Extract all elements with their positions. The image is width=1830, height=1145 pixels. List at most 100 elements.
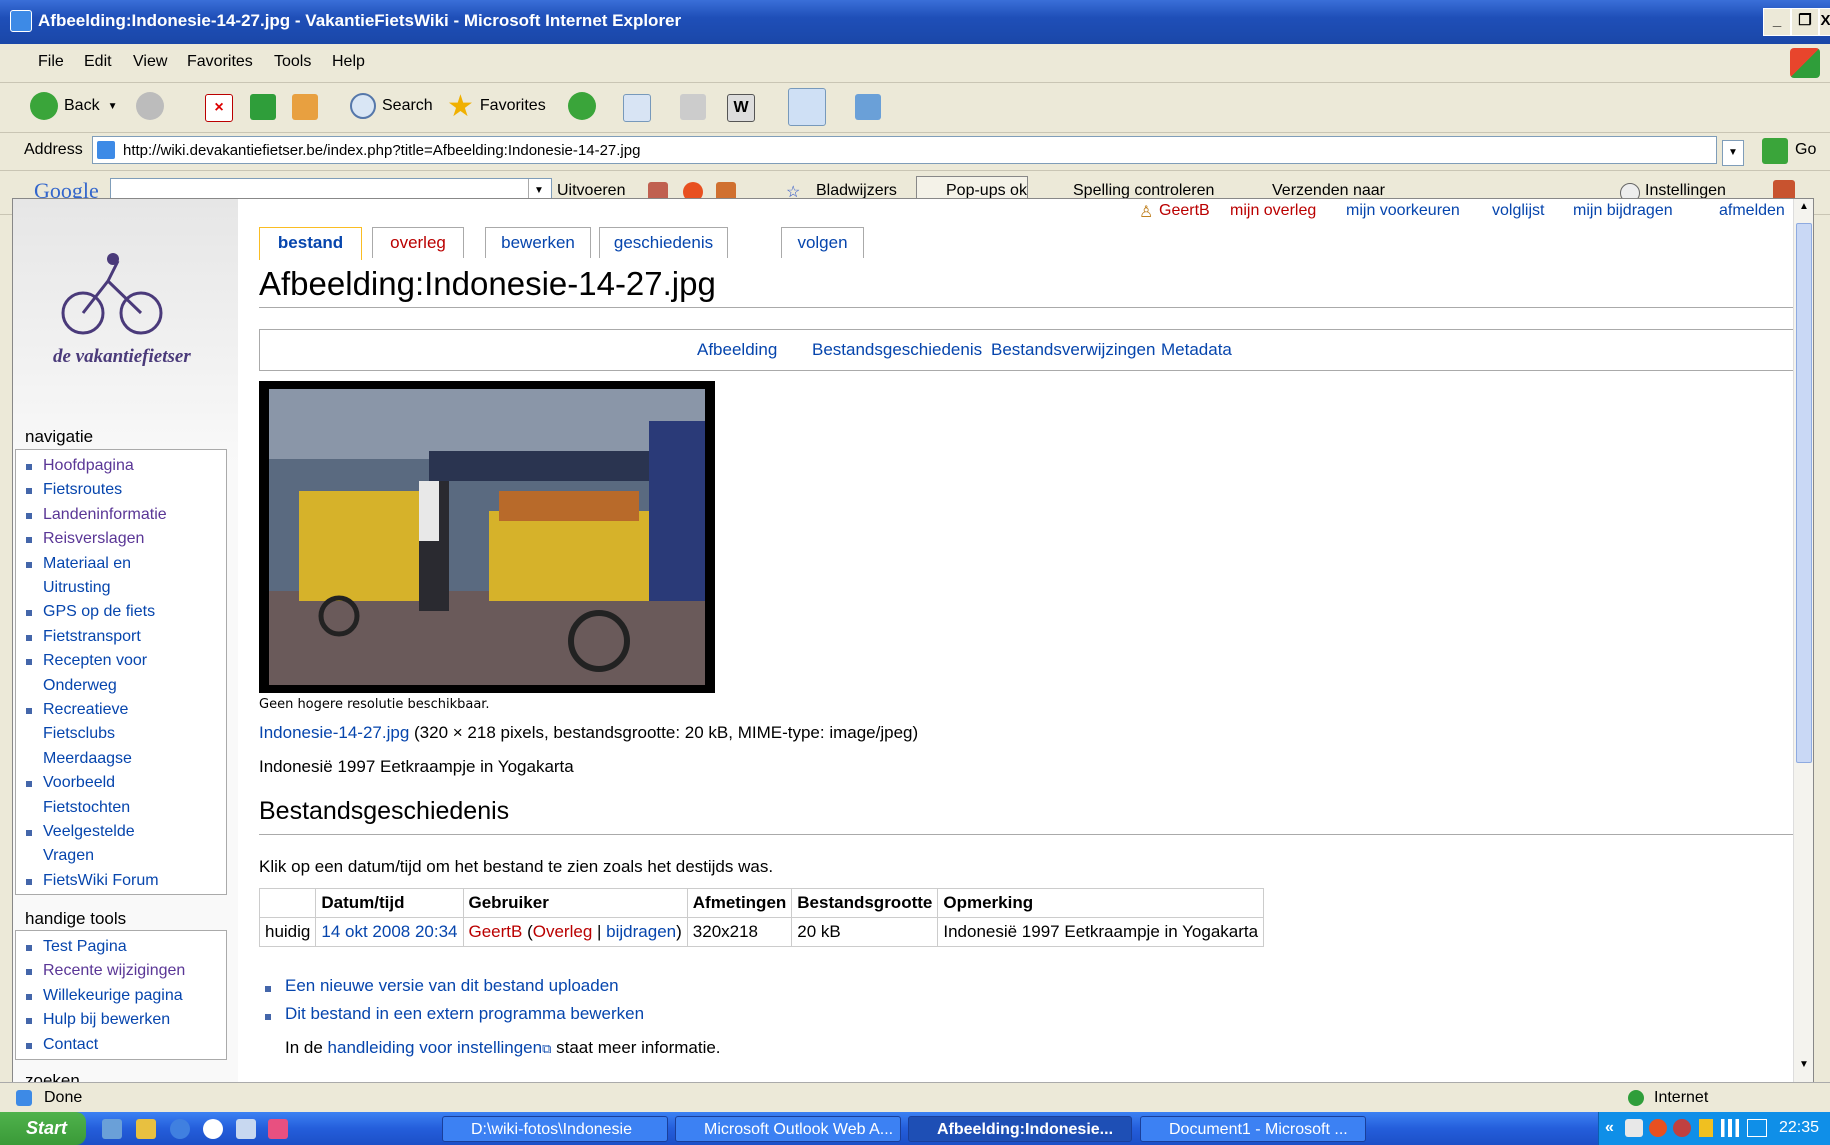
sidebar-item[interactable]: Landeninformatie xyxy=(43,503,167,527)
tray-signal-icon[interactable] xyxy=(1721,1119,1739,1137)
address-input[interactable]: http://wiki.devakantiefietser.be/index.p… xyxy=(92,136,1717,164)
menu-help[interactable]: Help xyxy=(332,53,365,71)
toc-bestandsgeschiedenis[interactable]: Bestandsgeschiedenis xyxy=(812,340,982,360)
sidebar-item[interactable]: Fietsclubs xyxy=(43,722,115,746)
file-image[interactable] xyxy=(259,381,715,693)
quicklaunch-paint-icon[interactable] xyxy=(268,1119,288,1139)
history-contribs-link[interactable]: bijdragen xyxy=(606,922,676,941)
tools-item[interactable]: Willekeurige pagina xyxy=(43,984,183,1008)
personal-contribs-link[interactable]: mijn bijdragen xyxy=(1573,202,1673,220)
task-explorer[interactable]: D:\wiki-fotos\Indonesie xyxy=(442,1116,668,1142)
quicklaunch-outlook-icon[interactable] xyxy=(236,1119,256,1139)
start-button[interactable]: Start xyxy=(0,1112,86,1145)
forward-button[interactable] xyxy=(136,90,170,122)
task-internet-explorer[interactable]: Afbeelding:Indonesie... xyxy=(908,1116,1132,1142)
go-arrow-icon[interactable] xyxy=(1762,138,1788,164)
tab-overleg[interactable]: overleg xyxy=(372,227,464,258)
address-dropdown-icon[interactable]: ▼ xyxy=(1722,140,1744,166)
favorites-button[interactable]: ★ Favorites xyxy=(447,90,546,123)
quicklaunch-desktop-icon[interactable] xyxy=(136,1119,156,1139)
sidebar-item[interactable]: Vragen xyxy=(43,844,94,868)
sidebar-item[interactable]: Fietsroutes xyxy=(43,478,122,502)
sidebar-item[interactable]: Onderweg xyxy=(43,674,117,698)
sidebar-item[interactable]: Materiaal en xyxy=(43,552,131,576)
personal-prefs-link[interactable]: mijn voorkeuren xyxy=(1346,202,1460,220)
globe-icon xyxy=(1628,1090,1644,1106)
sidebar-item[interactable]: Fietstransport xyxy=(43,625,141,649)
window-title-bar[interactable]: Afbeelding:Indonesie-14-27.jpg - Vakanti… xyxy=(0,0,1830,44)
personal-watchlist-link[interactable]: volglijst xyxy=(1492,202,1544,220)
quicklaunch-media-icon[interactable] xyxy=(203,1119,223,1139)
history-icon[interactable] xyxy=(568,92,596,120)
quicklaunch-browser-icon[interactable] xyxy=(170,1119,190,1139)
sidebar-item[interactable]: FietsWiki Forum xyxy=(43,869,159,893)
tools-item[interactable]: Recente wijzigingen xyxy=(43,959,185,983)
toc-metadata[interactable]: Metadata xyxy=(1161,340,1232,360)
sidebar-item[interactable]: Recreatieve xyxy=(43,698,128,722)
history-user-link[interactable]: GeertB xyxy=(469,922,523,941)
site-logo[interactable]: de vakantiefietser xyxy=(53,251,203,371)
sidebar-item[interactable]: Fietstochten xyxy=(43,796,130,820)
personal-talk-link[interactable]: mijn overleg xyxy=(1230,202,1316,220)
vertical-scrollbar[interactable]: ▲ ▼ xyxy=(1793,199,1813,1082)
history-talk-link[interactable]: Overleg xyxy=(533,922,593,941)
edit-external-link[interactable]: Dit bestand in een extern programma bewe… xyxy=(285,1004,644,1024)
home-icon[interactable] xyxy=(292,94,318,120)
tray-display-icon[interactable] xyxy=(1747,1119,1767,1137)
tray-network-icon[interactable] xyxy=(1625,1119,1643,1137)
sidebar-item[interactable]: Hoofdpagina xyxy=(43,454,134,478)
menu-edit[interactable]: Edit xyxy=(84,53,112,71)
sidebar-item[interactable]: Meerdaagse xyxy=(43,747,132,771)
personal-logout-link[interactable]: afmelden xyxy=(1719,202,1785,220)
tray-antivirus-icon[interactable] xyxy=(1673,1119,1691,1137)
task-outlook[interactable]: Microsoft Outlook Web A... xyxy=(675,1116,901,1142)
scrollbar-thumb[interactable] xyxy=(1796,223,1812,763)
sidebar-item[interactable]: Veelgestelde xyxy=(43,820,135,844)
mail-icon[interactable] xyxy=(623,94,651,122)
close-button[interactable]: X xyxy=(1819,8,1830,36)
manual-link[interactable]: handleiding voor instellingen xyxy=(328,1038,543,1057)
list-bullet xyxy=(26,512,32,519)
tray-usb-icon[interactable] xyxy=(1699,1119,1713,1137)
word-edit-icon[interactable]: W xyxy=(727,94,755,122)
quicklaunch-ie-icon[interactable] xyxy=(102,1119,122,1139)
tray-app-icon[interactable] xyxy=(1649,1119,1667,1137)
tab-volgen[interactable]: volgen xyxy=(781,227,864,258)
tools-item[interactable]: Contact xyxy=(43,1033,98,1057)
skype-icon[interactable] xyxy=(788,88,826,126)
scroll-up-icon[interactable]: ▲ xyxy=(1796,201,1812,221)
tab-geschiedenis[interactable]: geschiedenis xyxy=(599,227,728,258)
menu-view[interactable]: View xyxy=(133,53,167,71)
personal-user-link[interactable]: GeertB xyxy=(1159,202,1210,220)
tools-item[interactable]: Test Pagina xyxy=(43,935,127,959)
tools-title: handige tools xyxy=(25,909,127,928)
restore-button[interactable]: ❐ xyxy=(1791,8,1819,36)
sidebar-item[interactable]: GPS op de fiets xyxy=(43,600,155,624)
stop-icon[interactable]: × xyxy=(205,94,233,122)
tray-expand-icon[interactable]: « xyxy=(1605,1119,1614,1137)
toc-bestandsverwijzingen[interactable]: Bestandsverwijzingen xyxy=(991,340,1155,360)
file-link[interactable]: Indonesie-14-27.jpg xyxy=(259,723,409,742)
back-button[interactable]: Back ▼ xyxy=(30,90,117,122)
sidebar-item[interactable]: Reisverslagen xyxy=(43,527,144,551)
scroll-down-icon[interactable]: ▼ xyxy=(1796,1059,1812,1079)
history-date-link[interactable]: 14 okt 2008 20:34 xyxy=(321,922,457,941)
menu-tools[interactable]: Tools xyxy=(274,53,311,71)
print-icon[interactable] xyxy=(680,94,706,120)
sidebar-item[interactable]: Recepten voor xyxy=(43,649,147,673)
messenger-icon[interactable] xyxy=(855,94,881,120)
sidebar-item[interactable]: Uitrusting xyxy=(43,576,111,600)
tab-bewerken[interactable]: bewerken xyxy=(485,227,591,258)
menu-favorites[interactable]: Favorites xyxy=(187,53,253,71)
refresh-icon[interactable] xyxy=(250,94,276,120)
minimize-button[interactable]: _ xyxy=(1763,8,1791,36)
sidebar-item[interactable]: Voorbeeld xyxy=(43,771,115,795)
go-button[interactable]: Go xyxy=(1795,141,1816,159)
tools-item[interactable]: Hulp bij bewerken xyxy=(43,1008,170,1032)
upload-new-version-link[interactable]: Een nieuwe versie van dit bestand upload… xyxy=(285,976,619,996)
tab-bestand[interactable]: bestand xyxy=(259,227,362,260)
menu-file[interactable]: File xyxy=(38,53,64,71)
search-button[interactable]: Search xyxy=(350,90,433,122)
toc-afbeelding[interactable]: Afbeelding xyxy=(697,340,777,360)
task-word[interactable]: Document1 - Microsoft ... xyxy=(1140,1116,1366,1142)
